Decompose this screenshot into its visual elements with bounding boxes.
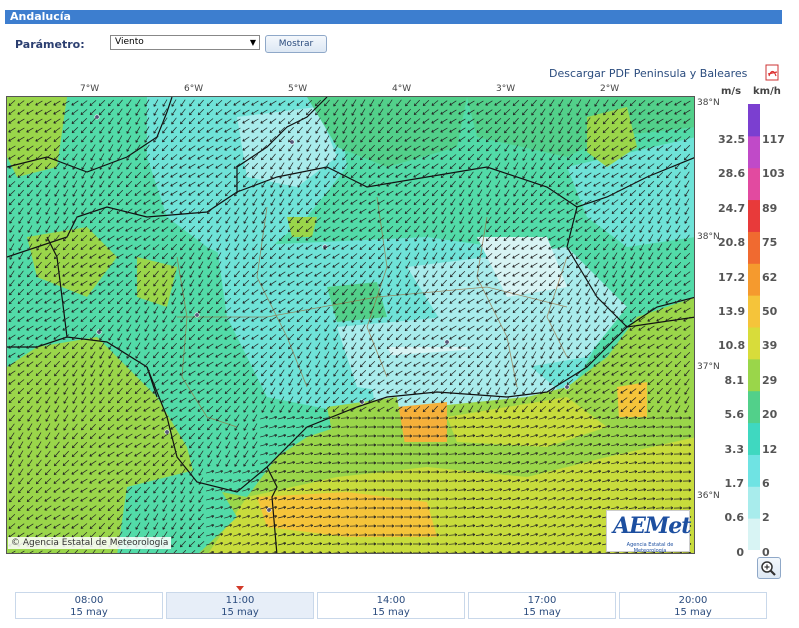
- parameter-label: Parámetro:: [15, 38, 85, 51]
- timeline-slot[interactable]: 11:00 15 may: [166, 592, 314, 619]
- legend-tick-kmh: 12: [762, 442, 778, 456]
- latitude-label: 37°N: [697, 362, 720, 372]
- timeline-slot[interactable]: 08:00 15 may: [15, 592, 163, 619]
- pdf-icon[interactable]: [765, 64, 781, 81]
- chevron-down-icon: ▼: [249, 38, 256, 47]
- legend-color-segment: [748, 390, 760, 424]
- zoom-button[interactable]: [757, 557, 781, 579]
- legend-tick-ms: 20.8: [718, 236, 746, 250]
- timeline-slot-time: 11:00: [225, 595, 255, 606]
- map-copyright: © Agencia Estatal de Meteorología: [8, 537, 172, 549]
- legend-tick-ms: 3.3: [724, 442, 745, 456]
- timeline-slot-date: 15 may: [674, 607, 712, 618]
- timeline-slot-time: 08:00: [74, 595, 104, 606]
- legend-tick-kmh: 2: [762, 511, 770, 525]
- legend-tick-kmh: 29: [762, 373, 778, 387]
- legend-unit-ms: m/s: [721, 86, 742, 97]
- region-title-bar: Andalucía: [5, 10, 782, 24]
- legend-tick-ms: 13.9: [718, 305, 746, 318]
- legend-color-segment: [748, 167, 760, 201]
- timeline-slot-date: 15 may: [523, 607, 561, 618]
- timeline-slot-time: 17:00: [527, 595, 557, 606]
- aemet-logo-subtext: Agencia Estatal de Meteorología: [626, 542, 674, 554]
- timeline-slot-date: 15 may: [70, 607, 108, 618]
- timeline-slot[interactable]: 17:00 15 may: [468, 592, 616, 619]
- legend-tick-kmh: 39: [762, 339, 778, 353]
- longitude-label: 5°W: [288, 84, 308, 94]
- legend-color-segment: [748, 295, 760, 328]
- legend-tick-ms: 32.5: [718, 133, 746, 146]
- legend-color-segment: [748, 231, 760, 264]
- zoom-in-icon: [761, 561, 776, 576]
- legend-tick-ms: 24.7: [718, 201, 746, 215]
- legend-color-segment: [748, 486, 760, 519]
- aemet-logo: AEMet Agencia Estatal de Meteorología: [606, 510, 691, 554]
- timeline-current-marker: [236, 586, 244, 591]
- legend-color-segment: [748, 263, 760, 296]
- legend-color-segment: [748, 454, 760, 487]
- legend-tick-kmh: 6: [762, 477, 770, 490]
- legend-tick-kmh: 75: [762, 236, 778, 250]
- timeline-slot[interactable]: 20:00 15 may: [619, 592, 767, 619]
- legend-tick-ms: 10.8: [718, 339, 746, 353]
- wind-map[interactable]: [6, 96, 695, 554]
- region-title: Andalucía: [10, 10, 71, 23]
- timeline-slot-date: 15 may: [221, 607, 259, 618]
- timeline-slot-date: 15 may: [372, 607, 410, 618]
- wind-map-canvas: [7, 97, 694, 553]
- legend-color-bar: [748, 104, 760, 550]
- legend-tick-kmh: 50: [762, 305, 778, 318]
- legend-unit-kmh: km/h: [753, 86, 781, 97]
- legend-tick-kmh: 62: [762, 270, 778, 284]
- longitude-label: 2°W: [600, 84, 620, 94]
- legend-color-segment: [748, 422, 760, 455]
- legend-tick-ms: 17.2: [718, 270, 746, 284]
- legend-tick-ms: 0.6: [724, 511, 745, 525]
- parameter-select-value: Viento: [115, 37, 144, 47]
- legend-color-segment: [748, 518, 760, 550]
- legend-color-segment: [748, 358, 760, 392]
- timeline-slot-time: 14:00: [376, 595, 406, 606]
- legend-tick-ms: 28.6: [718, 167, 746, 181]
- legend-color-segment: [748, 199, 760, 232]
- legend-tick-kmh: 103: [762, 167, 785, 181]
- latitude-label: 36°N: [697, 491, 720, 501]
- legend-tick-ms: 8.1: [724, 373, 745, 387]
- longitude-label: 6°W: [184, 84, 204, 94]
- latitude-label: 38°N: [697, 232, 720, 242]
- legend-tick-kmh: 20: [762, 408, 778, 422]
- legend-tick-kmh: 117: [762, 133, 785, 146]
- longitude-label: 4°W: [392, 84, 412, 94]
- legend-tick-ms: 5.6: [724, 408, 745, 422]
- legend-color-segment: [748, 104, 760, 137]
- timeline-slot[interactable]: 14:00 15 may: [317, 592, 465, 619]
- latitude-label: 38°N: [697, 98, 720, 108]
- show-button[interactable]: Mostrar: [265, 35, 327, 53]
- legend-color-segment: [748, 327, 760, 360]
- longitude-label: 3°W: [496, 84, 516, 94]
- legend-tick-kmh: 89: [762, 201, 778, 215]
- pdf-download-link[interactable]: Descargar PDF Peninsula y Baleares: [549, 67, 747, 80]
- legend-tick-ms: 1.7: [724, 477, 745, 490]
- timeline-slot-time: 20:00: [678, 595, 708, 606]
- legend-color-segment: [748, 135, 760, 169]
- longitude-label: 7°W: [80, 84, 100, 94]
- aemet-logo-text: AEMet: [613, 513, 691, 539]
- legend-tick-ms: 0: [736, 545, 744, 559]
- parameter-select[interactable]: Viento ▼: [110, 35, 260, 50]
